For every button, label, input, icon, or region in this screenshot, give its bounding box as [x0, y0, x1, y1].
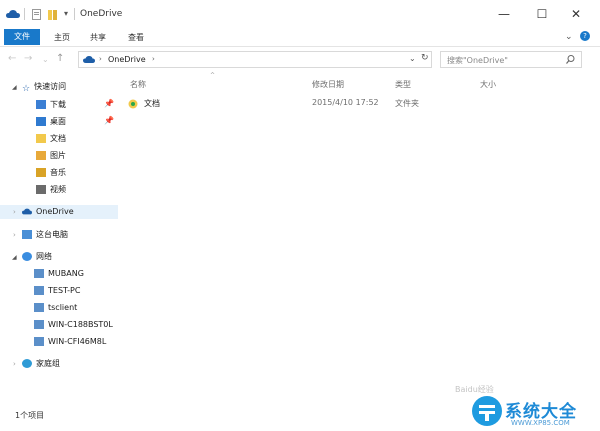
breadcrumb-onedrive[interactable]: OneDrive [108, 55, 146, 64]
sidebar-item-mubang[interactable]: MUBANG [0, 267, 118, 281]
maximize-button[interactable]: ☐ [532, 4, 552, 24]
recent-locations-icon[interactable]: ⌄ [42, 55, 49, 64]
tab-file[interactable]: 文件 [4, 29, 40, 45]
sidebar-item-onedrive[interactable]: OneDrive [0, 205, 118, 219]
sidebar-label: 音乐 [50, 168, 66, 177]
breadcrumb-chevron-icon-2[interactable]: › [152, 55, 155, 63]
quick-access-dropdown-icon[interactable]: ▾ [64, 9, 68, 18]
sidebar-item-test-pc[interactable]: TEST-PC [0, 284, 118, 298]
up-arrow-icon[interactable]: ↑ [56, 53, 64, 64]
brand-url: WWW.XP85.COM [511, 419, 570, 427]
sidebar-label: 快速访问 [34, 82, 67, 91]
network-computer-icon [34, 286, 44, 295]
sidebar-item-music[interactable]: 音乐 [0, 166, 118, 180]
star-icon: ☆ [22, 84, 31, 94]
baidu-watermark: Baidu经验 [455, 385, 494, 394]
pin-icon[interactable]: 📌 [104, 99, 114, 108]
network-globe-icon [22, 252, 32, 261]
status-item-count: 1个项目 [15, 411, 45, 420]
minimize-button[interactable]: — [494, 4, 514, 24]
music-folder-icon [36, 168, 46, 177]
sidebar-item-homegroup[interactable]: 家庭组 [0, 357, 118, 371]
desktop-folder-icon [36, 117, 46, 126]
homegroup-expander-icon[interactable]: › [13, 360, 16, 368]
sidebar-label: 这台电脑 [36, 230, 68, 239]
onedrive-expander-icon[interactable]: › [13, 208, 16, 216]
file-modified: 2015/4/10 17:52 [312, 98, 379, 107]
title-divider [24, 8, 25, 20]
sidebar-label: WIN-CFI46M8L [48, 337, 107, 346]
file-name: 文档 [144, 99, 160, 108]
pin-icon-2[interactable]: 📌 [104, 116, 114, 125]
sidebar-item-network[interactable]: 网络 [0, 250, 118, 264]
tab-share[interactable]: 共享 [84, 31, 112, 45]
sidebar-label: 网络 [36, 252, 52, 261]
sidebar-item-this-pc[interactable]: 这台电脑 [0, 228, 118, 242]
address-dropdown-icon[interactable]: ⌄ [409, 54, 416, 63]
pictures-folder-icon [36, 151, 46, 160]
expand-ribbon-icon[interactable]: ⌄ [565, 32, 573, 42]
onedrive-address-icon [83, 56, 95, 63]
homegroup-icon [22, 359, 32, 368]
sidebar-label: TEST-PC [48, 286, 81, 295]
sidebar-item-desktop[interactable]: 桌面 [0, 115, 118, 129]
sidebar-label: 桌面 [50, 117, 66, 126]
onedrive-icon [22, 208, 32, 215]
network-computer-icon [34, 320, 44, 329]
close-button[interactable]: ✕ [566, 4, 586, 24]
sidebar-label: MUBANG [48, 269, 84, 278]
network-computer-icon [34, 303, 44, 312]
breadcrumb-chevron-icon[interactable]: › [99, 55, 102, 63]
sidebar-label: WIN-C188BST0L [48, 320, 113, 329]
sidebar-label: 家庭组 [36, 359, 60, 368]
sidebar-label: OneDrive [36, 207, 74, 216]
back-arrow-icon[interactable]: ← [8, 53, 16, 64]
network-computer-icon [34, 269, 44, 278]
network-computer-icon [34, 337, 44, 346]
computer-icon [22, 230, 32, 239]
documents-folder-icon [36, 134, 46, 143]
properties-icon[interactable] [32, 9, 42, 20]
sidebar-item-pictures[interactable]: 图片 [0, 149, 118, 163]
download-folder-icon [36, 100, 46, 109]
search-icon[interactable] [566, 55, 575, 64]
sidebar-item-win-c188[interactable]: WIN-C188BST0L [0, 318, 118, 332]
videos-folder-icon [36, 185, 46, 194]
onedrive-cloud-icon [6, 10, 20, 18]
new-folder-icon[interactable] [48, 9, 58, 20]
column-name[interactable]: 名称 [130, 79, 146, 90]
sidebar-item-videos[interactable]: 视频 [0, 183, 118, 197]
forward-arrow-icon[interactable]: → [24, 53, 32, 64]
column-type[interactable]: 类型 [395, 79, 411, 90]
window-title: OneDrive [80, 9, 123, 19]
help-icon[interactable]: ? [580, 31, 590, 41]
search-input[interactable]: 搜索"OneDrive" [447, 55, 508, 66]
this-pc-expander-icon[interactable]: › [13, 231, 16, 239]
sidebar-label: tsclient [48, 303, 78, 312]
file-type: 文件夹 [395, 99, 419, 108]
title-divider-2 [74, 8, 75, 20]
sidebar-item-downloads[interactable]: 下载 [0, 98, 118, 112]
document-folder-icon [128, 99, 138, 109]
sort-indicator-icon: ^ [210, 72, 216, 79]
brand-logo-icon [472, 396, 502, 426]
sidebar-item-tsclient[interactable]: tsclient [0, 301, 118, 315]
sidebar-label: 文档 [50, 134, 66, 143]
sidebar-item-documents[interactable]: 文档 [0, 132, 118, 146]
tab-home[interactable]: 主页 [48, 31, 76, 45]
sidebar-label: 下载 [50, 100, 66, 109]
table-row[interactable]: 文档 2015/4/10 17:52 文件夹 [126, 97, 581, 111]
refresh-icon[interactable]: ↻ [421, 53, 429, 63]
tab-view[interactable]: 查看 [122, 31, 150, 45]
sidebar-item-quick-access[interactable]: ☆ 快速访问 [0, 80, 118, 94]
sidebar-label: 视频 [50, 185, 66, 194]
column-modified[interactable]: 修改日期 [312, 79, 344, 90]
sidebar-item-win-cfi46[interactable]: WIN-CFI46M8L [0, 335, 118, 349]
column-size[interactable]: 大小 [480, 79, 496, 90]
sidebar-label: 图片 [50, 151, 66, 160]
